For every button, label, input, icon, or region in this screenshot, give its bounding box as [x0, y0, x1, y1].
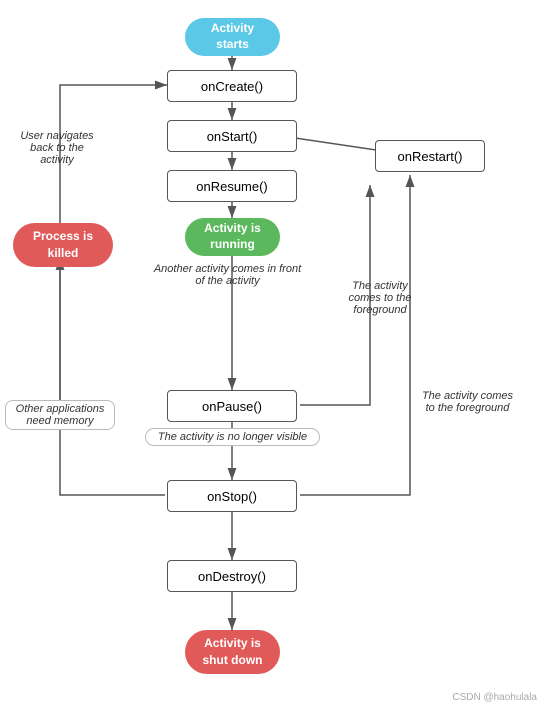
activity-shutdown-node: Activity is shut down — [185, 630, 280, 674]
activity-comes-fg2-label: The activity comes to the foreground — [420, 390, 515, 414]
activity-comes-fg1-label: The activity comes to the foreground — [335, 280, 425, 316]
onResume-node: onResume() — [167, 170, 297, 202]
activity-starts-node: Activity starts — [185, 18, 280, 56]
onCreate-node: onCreate() — [167, 70, 297, 102]
other-apps-label: Other applications need memory — [5, 400, 115, 430]
activity-running-node: Activity is running — [185, 218, 280, 256]
watermark: CSDN @haohulala — [452, 692, 537, 703]
onStart-node: onStart() — [167, 120, 297, 152]
user-navigates-label: User navigates back to the activity — [12, 130, 102, 166]
lifecycle-diagram: Activity starts onCreate() onStart() onR… — [0, 0, 545, 711]
onDestroy-node: onDestroy() — [167, 560, 297, 592]
no-longer-visible-label: The activity is no longer visible — [145, 428, 320, 446]
process-killed-node: Process is killed — [13, 223, 113, 267]
another-activity-label: Another activity comes in front of the a… — [150, 263, 305, 287]
onPause-node: onPause() — [167, 390, 297, 422]
onRestart-node: onRestart() — [375, 140, 485, 172]
onStop-node: onStop() — [167, 480, 297, 512]
arrows-svg — [0, 0, 545, 711]
